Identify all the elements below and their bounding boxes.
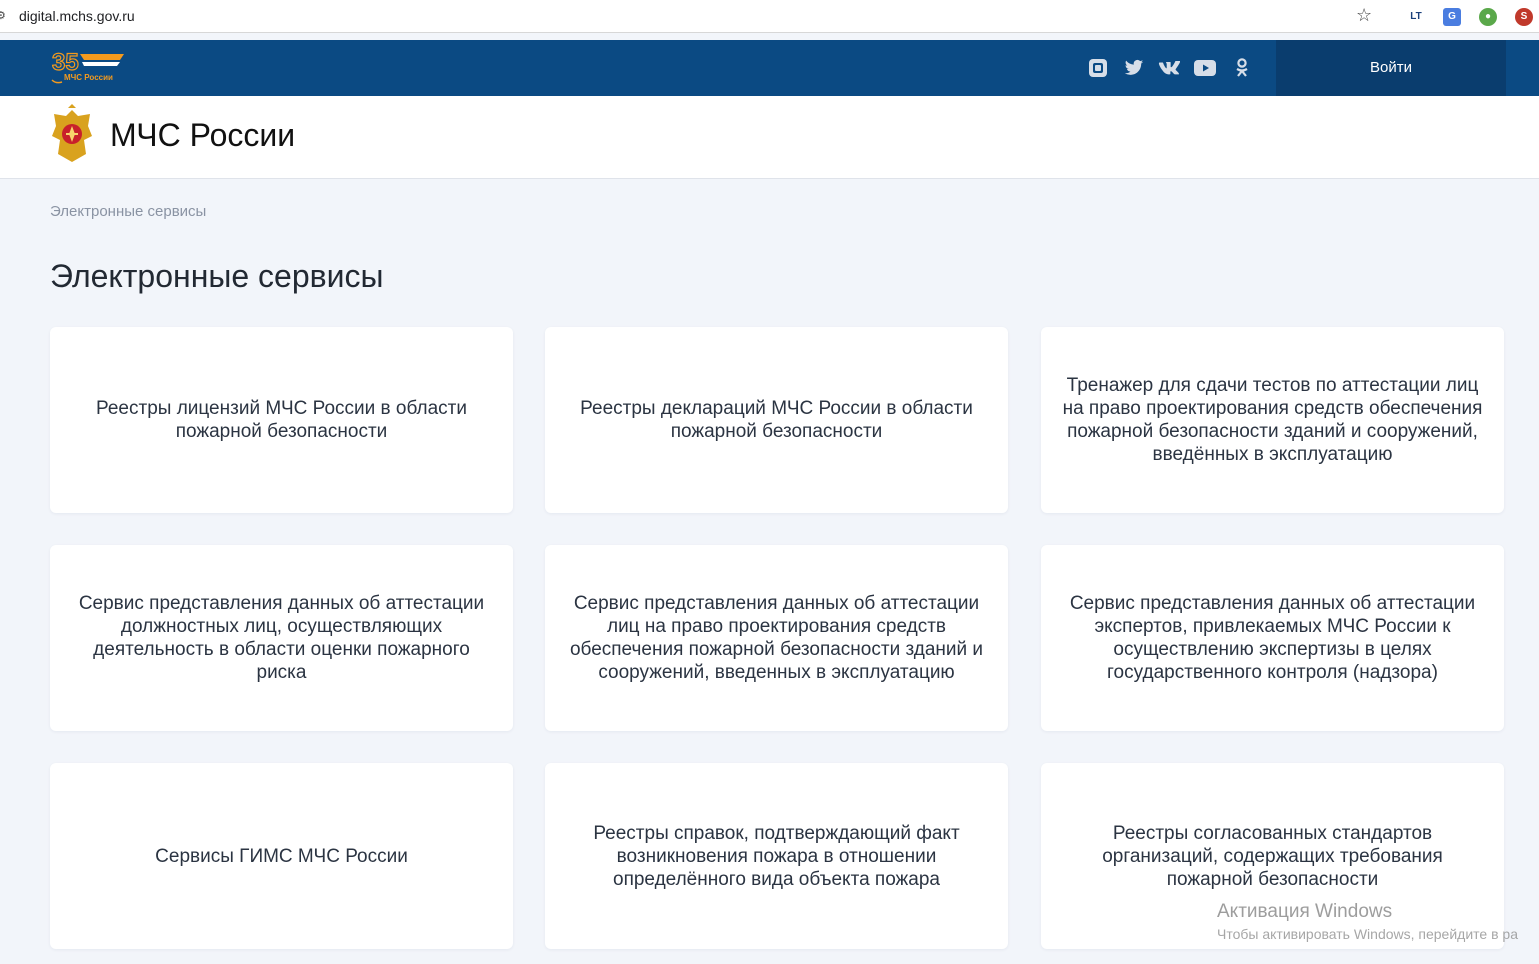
youtube-icon[interactable]: [1194, 57, 1216, 79]
vk-icon[interactable]: [1158, 57, 1180, 79]
service-card-test-trainer[interactable]: Тренажер для сдачи тестов по аттестации …: [1041, 327, 1504, 513]
green-extension-icon[interactable]: ●: [1479, 8, 1497, 26]
topbar-edge: [1506, 40, 1539, 96]
mchs-35-years-logo-icon[interactable]: 35 МЧС России: [50, 48, 126, 86]
service-card-gims[interactable]: Сервисы ГИМС МЧС России: [50, 763, 513, 949]
odnoklassniki-icon[interactable]: [1231, 57, 1253, 79]
service-card-risk-assessment-attestation[interactable]: Сервис представления данных об аттестаци…: [50, 545, 513, 731]
login-label: Войти: [1370, 59, 1412, 76]
card-label: Реестры согласованных стандартов организ…: [1102, 822, 1443, 890]
twitter-icon[interactable]: [1123, 57, 1145, 79]
windows-activation-watermark-subtitle: Чтобы активировать Windows, перейдите в …: [1217, 926, 1518, 942]
bookmark-star-icon[interactable]: ☆: [1356, 5, 1372, 26]
svg-text:35: 35: [52, 49, 79, 76]
url-field[interactable]: digital.mchs.gov.ru: [19, 8, 135, 24]
card-label: Реестры справок, подтверждающий факт воз…: [593, 822, 960, 890]
service-card-license-registry[interactable]: Реестры лицензий МЧС России в области по…: [50, 327, 513, 513]
red-extension-icon[interactable]: S: [1515, 8, 1533, 26]
page-title: Электронные сервисы: [50, 258, 384, 294]
service-card-design-attestation[interactable]: Сервис представления данных об аттестаци…: [545, 545, 1008, 731]
site-info-icon[interactable]: ⚙: [0, 10, 6, 22]
card-label: Сервис представления данных об аттестаци…: [78, 593, 485, 683]
login-button[interactable]: Войти: [1276, 40, 1506, 96]
card-label: Реестры лицензий МЧС России в области по…: [96, 398, 467, 442]
translate-extension-icon[interactable]: G: [1443, 8, 1461, 26]
breadcrumb[interactable]: Электронные сервисы: [50, 203, 206, 220]
card-label: Тренажер для сдачи тестов по аттестации …: [1062, 375, 1483, 465]
service-card-fire-certificate-registry[interactable]: Реестры справок, подтверждающий факт воз…: [545, 763, 1008, 949]
browser-address-bar: ⚙ digital.mchs.gov.ru ☆ LT G ● S: [0, 0, 1539, 33]
service-card-declaration-registry[interactable]: Реестры деклараций МЧС России в области …: [545, 327, 1008, 513]
mchs-emblem-icon[interactable]: [48, 104, 96, 168]
svg-text:МЧС России: МЧС России: [64, 73, 113, 82]
languagetool-extension-icon[interactable]: LT: [1407, 8, 1425, 26]
card-label: Сервис представления данных об аттестаци…: [569, 593, 984, 683]
service-card-expert-attestation[interactable]: Сервис представления данных об аттестаци…: [1041, 545, 1504, 731]
card-label: Реестры деклараций МЧС России в области …: [580, 398, 973, 442]
card-label: Сервис представления данных об аттестаци…: [1069, 593, 1476, 683]
rutube-icon[interactable]: [1087, 57, 1109, 79]
windows-activation-watermark-title: Активация Windows: [1217, 901, 1393, 922]
card-label: Сервисы ГИМС МЧС России: [155, 845, 408, 867]
page-header-title: МЧС России: [110, 117, 296, 153]
